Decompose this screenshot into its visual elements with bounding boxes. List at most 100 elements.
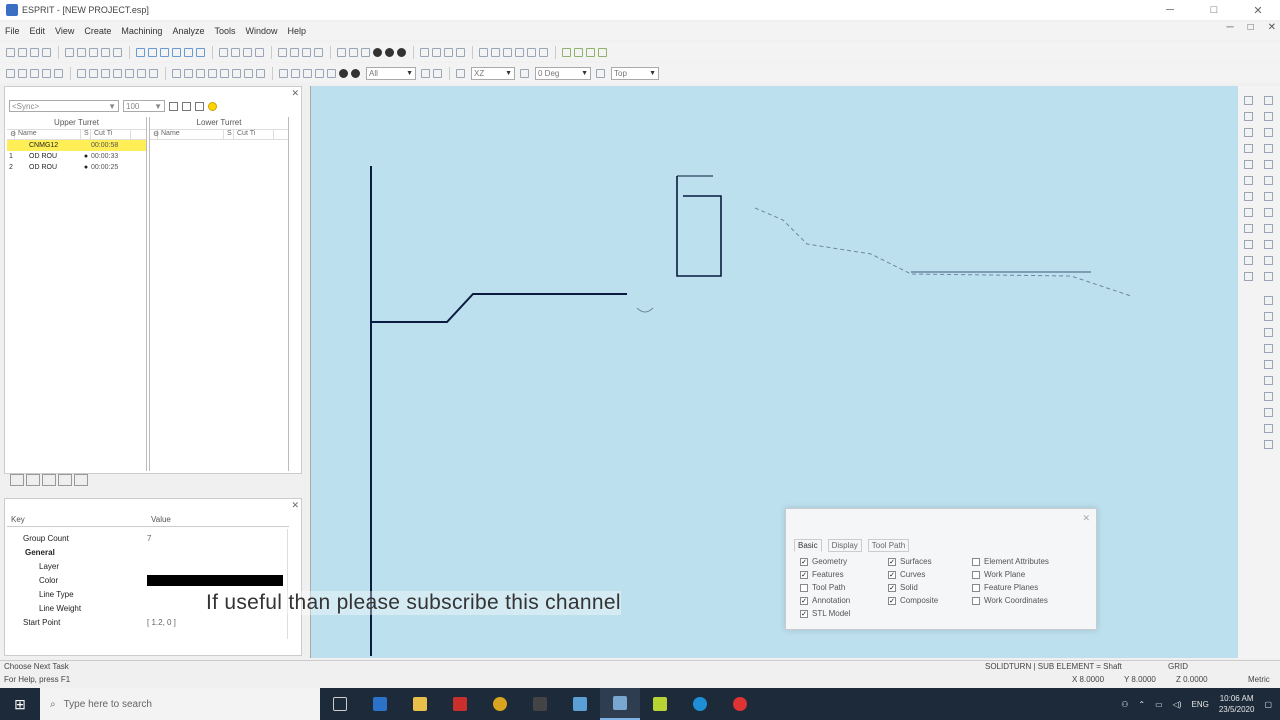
layer-icon[interactable] [6,68,15,78]
select-icon[interactable] [278,47,287,57]
fast-forward-icon[interactable] [243,47,252,57]
taskbar-app-calculator[interactable] [520,688,560,720]
task-view-button[interactable] [320,688,360,720]
taskbar-app-notes[interactable] [640,688,680,720]
geometry-checkbox[interactable]: ✓ Geometry [800,557,847,566]
chevron-up-icon[interactable]: ⌃ [1138,700,1145,709]
line-icon[interactable] [148,47,157,57]
turning-groove-icon[interactable] [503,47,512,57]
property-row[interactable]: Layer [7,559,289,573]
redo-view-icon[interactable] [433,68,442,78]
snap-icon[interactable] [1244,224,1253,233]
view-left-icon[interactable] [232,68,241,78]
curves-checkbox[interactable]: ✓ Curves [888,570,925,579]
turning-contour-icon[interactable] [491,47,500,57]
snap-icon[interactable] [1264,376,1273,385]
cut-icon[interactable] [65,47,74,57]
print-preview-icon[interactable] [42,68,51,78]
snap-icon[interactable] [1264,272,1273,281]
doc-minimize-button[interactable]: ─ [1226,22,1233,33]
turning-rough-icon[interactable] [479,47,488,57]
operation-row[interactable]: 1 OD ROU ● 00:00:33 [7,151,146,162]
menu-window[interactable]: Window [240,26,282,36]
doc-close-button[interactable]: ✕ [1268,22,1276,33]
redo-icon[interactable] [113,47,122,57]
copy-icon[interactable] [77,47,86,57]
property-section-general[interactable]: General [7,545,289,559]
post-icon[interactable] [586,47,595,57]
zoom-fit-icon[interactable] [113,68,122,78]
snap-point-icon[interactable] [291,68,300,78]
network-icon[interactable]: ▭ [1155,700,1163,709]
open-icon[interactable] [18,47,27,57]
stop-icon[interactable] [255,47,264,57]
sync-select[interactable]: <Sync> ▼ [9,100,119,112]
menu-create[interactable]: Create [79,26,116,36]
taskbar-app-acrobat[interactable] [440,688,480,720]
turning-thread-icon[interactable] [515,47,524,57]
snap-icon[interactable] [1244,208,1253,217]
sphere-icon[interactable] [385,47,394,57]
features-checkbox[interactable]: ✓ Features [800,570,844,579]
column-name[interactable]: Name [15,130,81,139]
menu-tools[interactable]: Tools [209,26,240,36]
snap-icon[interactable] [1264,312,1273,321]
snap-mid-icon[interactable] [315,68,324,78]
operation-row[interactable]: 2 OD ROU ● 00:00:25 [7,162,146,173]
grid-view-icon[interactable] [169,101,178,111]
status-grid[interactable]: GRID [1168,662,1188,671]
snap-icon[interactable] [1264,296,1273,305]
feature-pocket-icon[interactable] [432,47,441,57]
windows-start-button[interactable]: ⊞ [0,688,40,720]
group-select[interactable]: 100 ▼ [123,100,165,112]
wireframe-icon[interactable] [337,47,346,57]
snap-icon[interactable] [1264,96,1273,105]
element-attributes-checkbox[interactable]: Element Attributes [972,557,1049,566]
solid-shade-icon[interactable] [373,47,382,57]
work-plane-checkbox[interactable]: Work Plane [972,570,1025,579]
flag-icon[interactable] [195,101,204,111]
taskbar-app-esprit-active[interactable] [600,688,640,720]
language-indicator[interactable]: ENG [1192,700,1209,709]
zoom-out-icon[interactable] [89,68,98,78]
taskbar-app-recorder[interactable] [720,688,760,720]
new-icon[interactable] [6,47,15,57]
snap-intersect-icon[interactable] [351,68,360,78]
tab-operations[interactable] [26,474,40,486]
snap-icon[interactable] [1244,160,1253,169]
pan-icon[interactable] [125,68,134,78]
snap-center-icon[interactable] [327,68,336,78]
work-coordinates-checkbox[interactable]: Work Coordinates [972,596,1048,605]
verify-icon[interactable] [574,47,583,57]
snap-grid-icon[interactable] [279,68,288,78]
snap-end-icon[interactable] [303,68,312,78]
simulate-icon[interactable] [562,47,571,57]
zoom-icon[interactable] [314,47,323,57]
zoom-window-icon[interactable] [101,68,110,78]
maximize-button[interactable]: □ [1192,0,1236,20]
doc-restore-button[interactable]: □ [1248,22,1254,33]
circle-icon[interactable] [172,47,181,57]
play-icon[interactable] [219,47,228,57]
graphics-viewport[interactable] [310,86,1238,658]
snap-icon[interactable] [1244,128,1253,137]
people-icon[interactable]: ⚇ [1121,700,1128,709]
nc-code-icon[interactable] [598,47,607,57]
solid-checkbox[interactable]: ✓ Solid [888,583,918,592]
snap-icon[interactable] [1244,176,1253,185]
taskbar-app-chrome[interactable] [480,688,520,720]
rotate-icon[interactable] [302,47,311,57]
undo-view-icon[interactable] [421,68,430,78]
layer-select[interactable]: All ▼ [366,66,416,80]
snap-icon[interactable] [1264,112,1273,121]
view-bottom-icon[interactable] [244,68,253,78]
plane-axis-select[interactable]: XZ ▼ [471,66,515,80]
taskbar-app-explorer[interactable] [400,688,440,720]
tab-tool-path[interactable]: Tool Path [867,539,910,552]
snap-icon[interactable] [1244,144,1253,153]
list-view-icon[interactable] [182,101,191,111]
snap-icon[interactable] [1264,408,1273,417]
work-plane-icon[interactable] [456,68,465,78]
stl-model-checkbox[interactable]: ✓ STL Model [800,609,850,618]
angle-icon[interactable] [520,68,529,78]
